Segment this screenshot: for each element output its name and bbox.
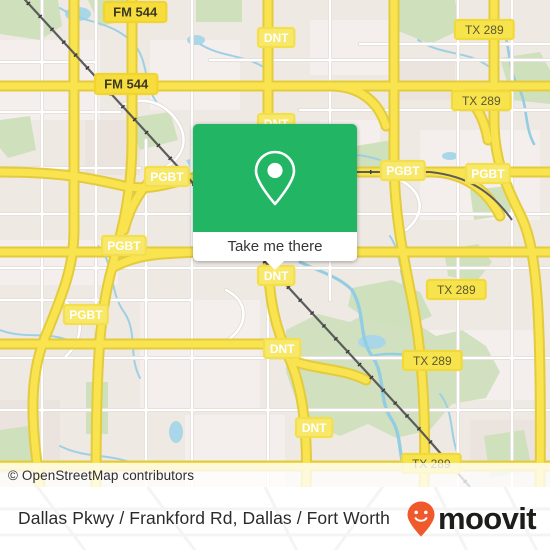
svg-text:TX 289: TX 289: [462, 94, 501, 108]
svg-text:DNT: DNT: [264, 269, 289, 283]
moovit-logo[interactable]: moovit: [406, 500, 537, 538]
svg-text:DNT: DNT: [264, 31, 289, 45]
take-me-there-label: Take me there: [227, 238, 323, 255]
svg-text:PGBT: PGBT: [69, 308, 103, 322]
road-shield-dnt: DNT: [294, 416, 334, 439]
location-callout-card[interactable]: Take me there: [193, 124, 357, 270]
svg-text:TX 289: TX 289: [437, 283, 476, 297]
svg-text:FM 544: FM 544: [104, 77, 149, 92]
callout-pointer-tail: [265, 260, 285, 270]
moovit-smiley-pin-icon: [407, 501, 435, 536]
svg-text:PGBT: PGBT: [150, 170, 184, 184]
road-shield-tx-289: TX 289: [450, 89, 512, 112]
moovit-wordmark: moovit: [437, 501, 537, 536]
road-shield-pgbt: PGBT: [379, 159, 426, 182]
svg-text:DNT: DNT: [302, 421, 327, 435]
road-shield-fm-544: FM 544: [102, 0, 168, 24]
road-shield-pgbt: PGBT: [100, 234, 147, 257]
svg-text:FM 544: FM 544: [113, 5, 158, 20]
take-me-there-button[interactable]: Take me there: [193, 232, 357, 270]
svg-text:PGBT: PGBT: [386, 164, 420, 178]
map-screenshot: FM 544 FM 544 DNT TX 289 TX 289 DNT PGBT PGBT PG…: [0, 0, 550, 550]
callout-icon-area: [193, 124, 357, 232]
osm-attribution: © OpenStreetMap contributors: [0, 463, 550, 487]
road-shield-tx-289: TX 289: [425, 278, 487, 301]
road-shield-pgbt: PGBT: [464, 162, 511, 185]
svg-text:PGBT: PGBT: [471, 167, 505, 181]
footer-bar: Dallas Pkwy / Frankford Rd, Dallas / For…: [0, 487, 550, 550]
map-pin-icon: [254, 150, 296, 206]
road-shield-tx-289: TX 289: [401, 349, 463, 372]
svg-text:DNT: DNT: [270, 342, 295, 356]
road-shield-pgbt: PGBT: [143, 165, 190, 188]
osm-attribution-text: © OpenStreetMap contributors: [8, 467, 195, 483]
svg-text:TX 289: TX 289: [465, 23, 504, 37]
road-shield-dnt: DNT: [262, 337, 302, 360]
road-shield-tx-289: TX 289: [453, 18, 515, 41]
road-shield-fm-544: FM 544: [93, 72, 159, 96]
svg-text:TX 289: TX 289: [413, 354, 452, 368]
svg-text:PGBT: PGBT: [107, 239, 141, 253]
location-title: Dallas Pkwy / Frankford Rd, Dallas / For…: [18, 508, 390, 528]
road-shield-dnt: DNT: [256, 26, 296, 49]
road-shield-pgbt: PGBT: [62, 303, 109, 326]
